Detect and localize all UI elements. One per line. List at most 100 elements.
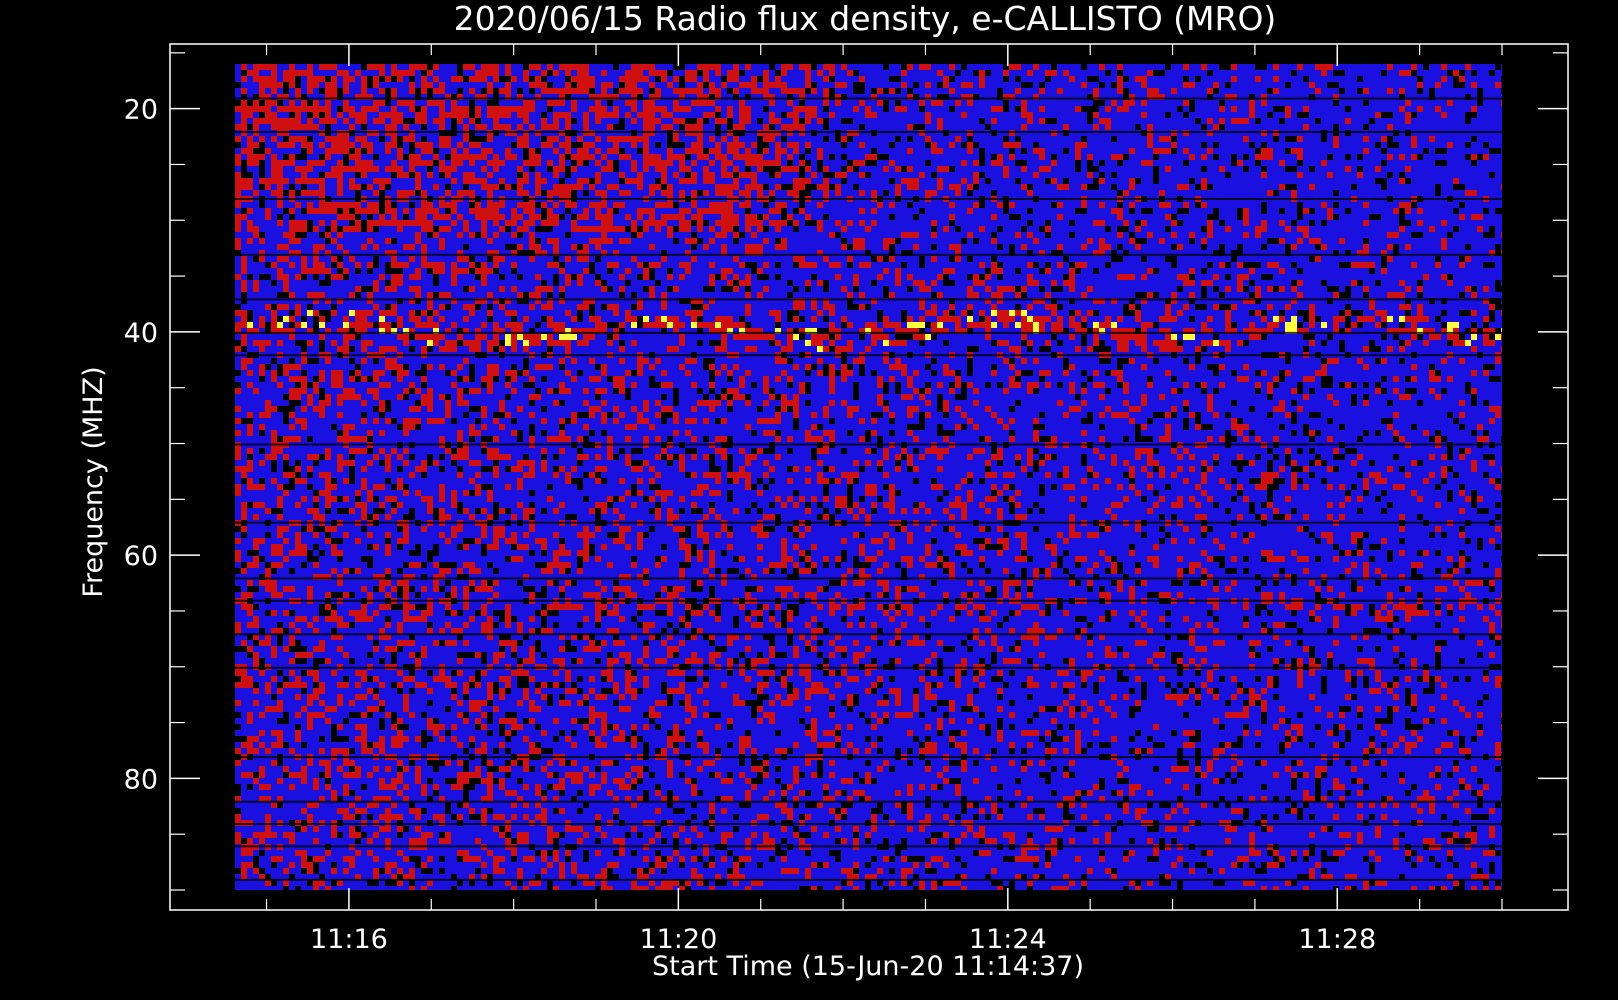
heatmap-cell <box>871 334 877 340</box>
heatmap-cell <box>313 406 319 412</box>
heatmap-cell <box>1387 124 1393 130</box>
heatmap-cell <box>571 118 577 124</box>
heatmap-cell <box>385 88 391 94</box>
heatmap-cell <box>547 208 553 214</box>
heatmap-cell <box>1327 382 1333 388</box>
heatmap-cell <box>361 310 367 316</box>
heatmap-cell <box>343 214 349 220</box>
heatmap-cell <box>1051 280 1057 286</box>
heatmap-cell <box>601 400 607 406</box>
heatmap-cell <box>901 310 907 316</box>
heatmap-cell <box>1405 112 1411 118</box>
heatmap-cell <box>1459 424 1465 430</box>
heatmap-cell <box>931 256 937 262</box>
heatmap-cell <box>913 280 919 286</box>
heatmap-cell <box>625 76 631 82</box>
heatmap-cell <box>607 412 613 418</box>
heatmap-cell <box>391 70 397 76</box>
heatmap-cell <box>361 418 367 424</box>
heatmap-cell <box>1015 346 1021 352</box>
heatmap-cell <box>919 130 925 136</box>
heatmap-cell <box>355 154 361 160</box>
heatmap-cell <box>775 310 781 316</box>
heatmap-cell <box>979 310 985 316</box>
heatmap-cell <box>421 142 427 148</box>
heatmap-cell <box>505 334 511 340</box>
heatmap-cell <box>637 322 643 328</box>
heatmap-cell <box>409 106 415 112</box>
heatmap-cell <box>373 388 379 394</box>
heatmap-cell <box>643 166 649 172</box>
heatmap-cell <box>1063 274 1069 280</box>
heatmap-cell <box>445 412 451 418</box>
heatmap-cell <box>787 88 793 94</box>
heatmap-cell <box>1471 70 1477 76</box>
heatmap-cell <box>1297 238 1303 244</box>
heatmap-cell <box>745 394 751 400</box>
heatmap-cell <box>463 124 469 130</box>
heatmap-cell <box>277 190 283 196</box>
heatmap-cell <box>685 430 691 436</box>
heatmap-cell <box>715 436 721 442</box>
heatmap-cell <box>241 256 247 262</box>
heatmap-cell <box>859 100 865 106</box>
heatmap-cell <box>787 154 793 160</box>
heatmap-cell <box>487 388 493 394</box>
heatmap-cell <box>571 220 577 226</box>
heatmap-cell <box>769 136 775 142</box>
heatmap-cell <box>631 304 637 310</box>
heatmap-cell <box>571 214 577 220</box>
heatmap-cell <box>553 244 559 250</box>
heatmap-cell <box>307 436 313 442</box>
heatmap-cell <box>325 310 331 316</box>
heatmap-cell <box>1123 304 1129 310</box>
heatmap-cell <box>1309 322 1315 328</box>
heatmap-cell <box>1039 166 1045 172</box>
heatmap-cell <box>1291 190 1297 196</box>
heatmap-cell <box>1033 316 1039 322</box>
heatmap-cell <box>775 208 781 214</box>
heatmap-cell <box>859 220 865 226</box>
heatmap-cell <box>907 286 913 292</box>
heatmap-cell <box>661 370 667 376</box>
heatmap-cell <box>763 334 769 340</box>
heatmap-cell <box>799 388 805 394</box>
heatmap-cell <box>487 304 493 310</box>
heatmap-cell <box>925 400 931 406</box>
heatmap-cell <box>829 436 835 442</box>
heatmap-cell <box>445 208 451 214</box>
heatmap-cell <box>1045 382 1051 388</box>
heatmap-cell <box>553 436 559 442</box>
heatmap-cell <box>733 148 739 154</box>
heatmap-cell <box>817 154 823 160</box>
heatmap-cell <box>403 418 409 424</box>
heatmap-cell <box>1099 358 1105 364</box>
heatmap-cell <box>715 70 721 76</box>
heatmap-cell <box>805 70 811 76</box>
heatmap-cell <box>373 286 379 292</box>
heatmap-cell <box>661 190 667 196</box>
heatmap-cell <box>565 388 571 394</box>
heatmap-cell <box>811 262 817 268</box>
heatmap-cell <box>601 154 607 160</box>
heatmap-cell <box>745 208 751 214</box>
heatmap-cell <box>565 64 571 70</box>
heatmap-cell <box>571 412 577 418</box>
heatmap-cell <box>301 370 307 376</box>
heatmap-cell <box>1051 178 1057 184</box>
heatmap-cell <box>631 118 637 124</box>
heatmap-cell <box>523 130 529 136</box>
heatmap-cell <box>541 220 547 226</box>
heatmap-cell <box>1297 310 1303 316</box>
heatmap-cell <box>715 148 721 154</box>
heatmap-cell <box>1297 64 1303 70</box>
heatmap-cell <box>739 280 745 286</box>
heatmap-cell <box>787 124 793 130</box>
heatmap-cell <box>817 160 823 166</box>
heatmap-cell <box>1159 394 1165 400</box>
heatmap-cell <box>1027 184 1033 190</box>
heatmap-cell <box>259 184 265 190</box>
heatmap-cell <box>319 184 325 190</box>
heatmap-cell <box>343 334 349 340</box>
heatmap-cell <box>1039 412 1045 418</box>
